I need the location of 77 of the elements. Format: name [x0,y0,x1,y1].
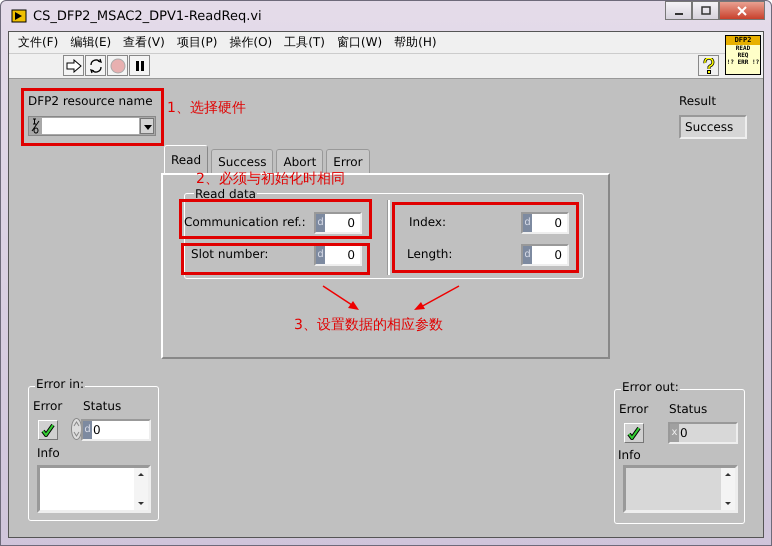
menu-item[interactable]: 查看(V) [117,34,171,51]
tab[interactable]: Error [326,149,370,173]
check-icon [41,423,55,437]
scroll-down-icon [137,501,145,507]
radix-label: d [83,421,92,439]
help-button[interactable] [698,55,719,76]
run-arrow-icon [66,58,82,72]
run-continuously-button[interactable] [85,55,106,76]
window-title: CS_DFP2_MSAC2_DPV1-ReadReq.vi [33,8,262,24]
tab[interactable]: Read [164,145,208,173]
minimize-icon [674,12,682,14]
cluster-label: Error out: [621,381,680,394]
numeric-value: 0 [325,246,360,264]
field-label: Length: [407,247,452,261]
numeric-control[interactable]: d 0 [314,244,362,266]
spinner-icon[interactable] [71,418,82,440]
numeric-value: 0 [532,214,567,232]
tab[interactable]: Abort [276,149,324,173]
scrollbar[interactable] [721,468,735,510]
close-button[interactable] [719,1,765,20]
scroll-up-icon [137,471,145,477]
tab[interactable]: Success [211,149,274,173]
stop-icon [110,58,126,74]
annotation-text: 2、必须与初始化时相同 [196,172,345,187]
result-indicator: Success [679,115,747,139]
menu-item[interactable]: 帮助(H) [388,34,443,51]
status-value: 0 [679,424,736,442]
scroll-down-icon [724,501,732,507]
close-icon [737,6,747,16]
vi-file-icon [11,8,27,24]
scroll-up-icon [724,471,732,477]
indicator-label: Result [679,94,716,108]
field-label: Communication ref.: [184,215,306,229]
run-button[interactable] [63,55,84,76]
radix-label: x [670,424,679,442]
status-field[interactable]: d 0 [81,419,151,441]
maximize-icon [700,6,710,16]
io-icon [31,118,40,134]
field-label: Index: [409,215,446,229]
numeric-control[interactable]: d 0 [521,244,569,266]
menu-item[interactable]: 编辑(E) [64,34,118,51]
menu-item[interactable]: 操作(O) [223,34,278,51]
info-label: Info [618,448,641,462]
error-label: Error [33,399,62,413]
numeric-control[interactable]: d 0 [314,212,362,234]
radix-label: d [523,214,532,232]
arrow [321,284,361,312]
status-label: Status [83,399,122,413]
status-value: 0 [92,421,149,439]
error-checkbox[interactable] [38,420,58,440]
radix-label: d [316,246,325,264]
menu-item[interactable]: 工具(T) [278,34,331,51]
info-label: Info [37,446,60,460]
help-icon [702,58,716,74]
radix-label: d [523,246,532,264]
minimize-button[interactable] [665,1,692,20]
annotation-text: 3、设置数据的相应参数 [294,318,443,333]
error-label: Error [619,402,648,416]
radix-label: d [316,214,325,232]
status-label: Status [669,402,708,416]
arrow [411,284,461,312]
cluster-label: Error in: [35,378,86,391]
numeric-control[interactable]: d 0 [521,212,569,234]
cycle-arrows-icon [88,58,104,74]
resource-dropdown[interactable] [28,116,156,136]
pause-button[interactable] [129,55,150,76]
menu-item[interactable]: 窗口(W) [330,34,388,51]
menu-item[interactable]: 文件(F) [12,34,64,51]
field-label: Slot number: [191,247,268,261]
pause-icon [134,60,146,72]
menu-item[interactable]: 项目(P) [170,34,224,51]
numeric-value: 0 [325,214,360,232]
maximize-button[interactable] [692,1,719,20]
control-label: DFP2 resource name [28,94,153,108]
numeric-value: 0 [532,246,567,264]
scrollbar[interactable] [134,468,148,510]
annotation-text: 1、选择硬件 [167,101,246,116]
